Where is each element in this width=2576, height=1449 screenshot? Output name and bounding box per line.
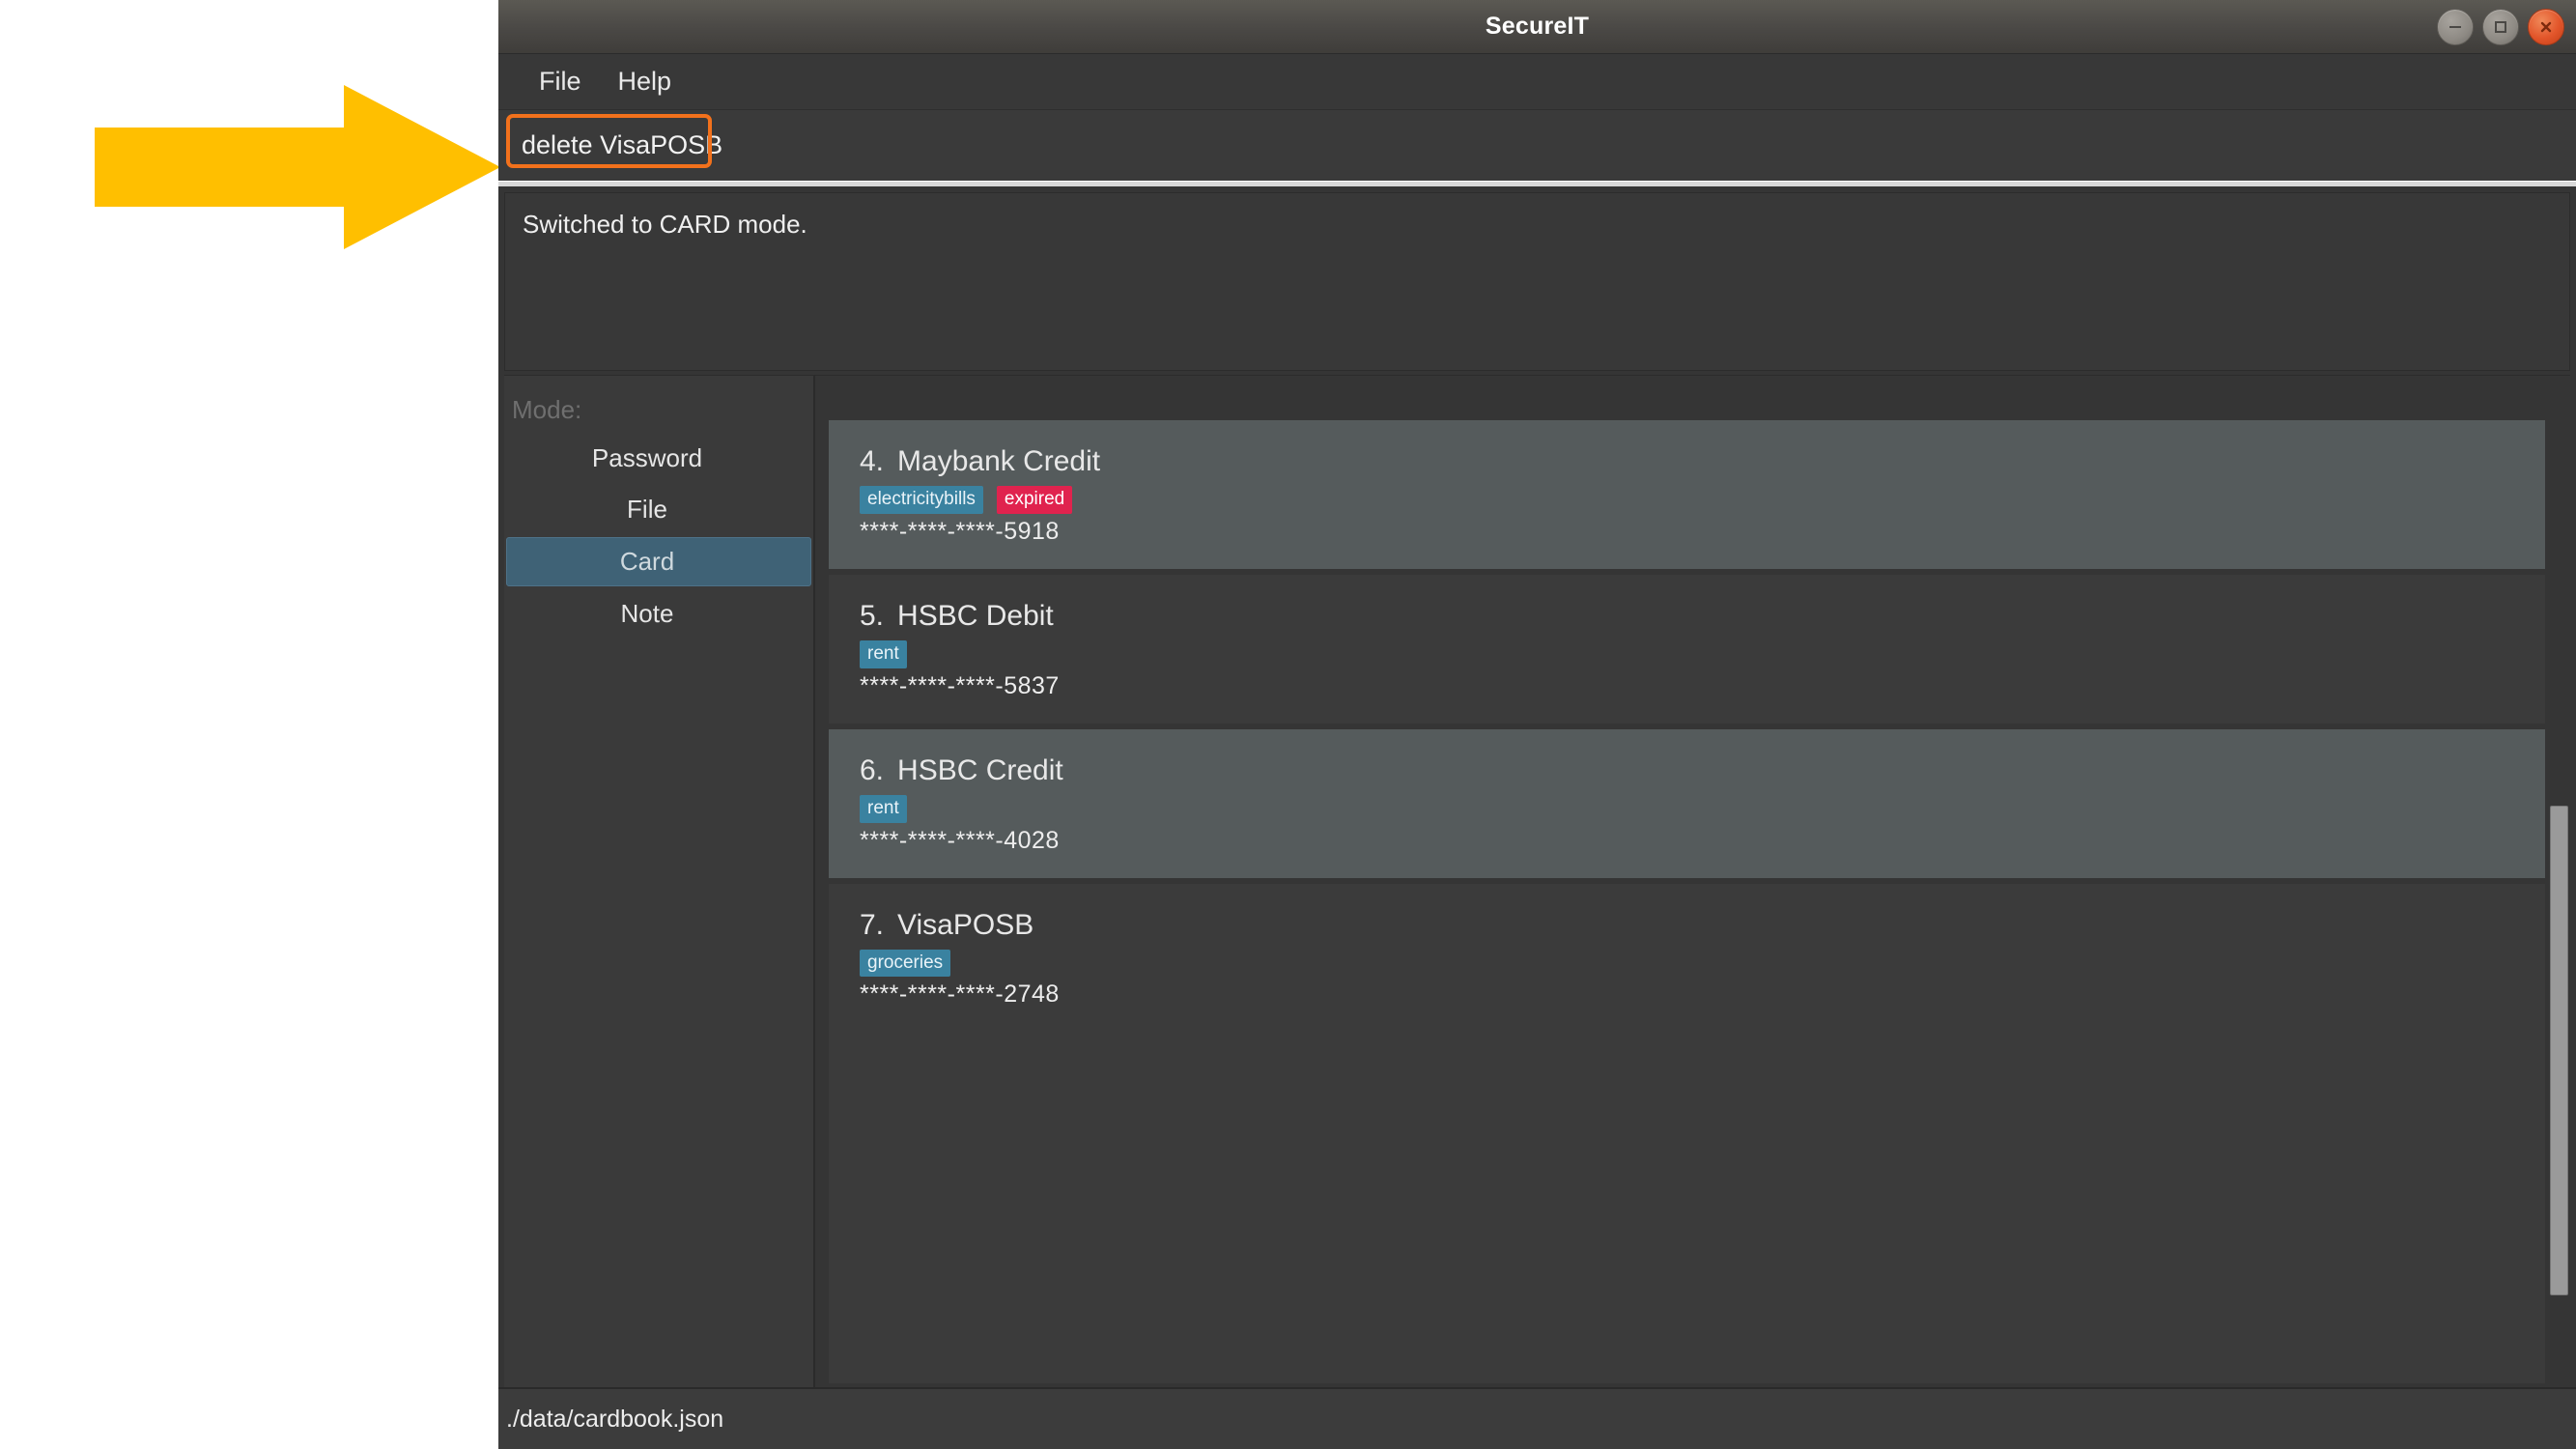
card-name: HSBC Credit [897,753,1063,786]
card-list-item[interactable]: 4. Maybank Credit electricitybills expire… [829,420,2557,569]
menu-bar: File Help [498,54,2576,110]
status-bar: ./data/cardbook.json [498,1387,2576,1449]
sidebar-item-card[interactable]: Card [506,537,811,586]
sidebar-item-file[interactable]: File [506,486,811,533]
maximize-button[interactable] [2482,9,2519,45]
card-index: 4. [860,445,885,477]
menu-item-help[interactable]: Help [607,63,684,100]
card-list-top-spacer [829,387,2557,420]
card-index: 5. [860,599,885,632]
application-window: SecureIT File Help delete VisaPOSB Switc… [498,0,2576,1449]
card-list-item[interactable]: 5. HSBC Debit rent ****-****-****-5837 [829,574,2557,724]
card-name: Maybank Credit [897,445,1101,477]
status-bar-path: ./data/cardbook.json [506,1405,724,1433]
card-number: ****-****-****-5918 [860,517,1060,545]
card-list-scrollbar[interactable] [2545,376,2570,1387]
sidebar-item-password[interactable]: Password [506,435,811,482]
card-list-scroll-thumb[interactable] [2550,806,2568,1295]
card-number: ****-****-****-2748 [860,980,1060,1009]
window-title: SecureIT [1485,13,1590,40]
sidebar-item-note[interactable]: Note [506,590,811,638]
card-list-item[interactable]: 7. VisaPOSB groceries ****-****-****-2748 [829,883,2557,1033]
card-title: 4. Maybank Credit [860,445,2557,478]
main-body: Mode: Password File Card Note 4. Maybank … [498,375,2576,1387]
card-list: 4. Maybank Credit electricitybills expire… [829,387,2557,1383]
card-list-pane: 4. Maybank Credit electricitybills expire… [815,375,2570,1387]
card-tag: rent [860,794,907,823]
mode-sidebar: Mode: Password File Card Note [504,375,815,1387]
screenshot-root: SecureIT File Help delete VisaPOSB Switc… [0,0,2576,1449]
card-title: 7. VisaPOSB [860,909,2557,942]
output-console-wrapper: Switched to CARD mode. [498,186,2576,375]
command-input-row [498,110,2576,181]
card-tag: electricitybills [860,486,983,514]
minimize-icon [2449,26,2461,28]
card-title: 6. HSBC Credit [860,754,2557,787]
card-tags: groceries [860,949,2557,978]
card-tag: rent [860,639,907,668]
card-tag: groceries [860,949,951,978]
card-index: 7. [860,908,885,941]
card-number: ****-****-****-4028 [860,826,1060,854]
title-bar: SecureIT [498,0,2576,54]
command-input[interactable] [504,115,2570,176]
window-controls [2437,9,2564,45]
card-tags: rent [860,639,2557,668]
minimize-button[interactable] [2437,9,2474,45]
close-icon [2540,21,2552,33]
output-console: Switched to CARD mode. [504,192,2570,371]
maximize-icon [2495,21,2506,33]
card-number: ****-****-****-5837 [860,671,1060,699]
card-list-item[interactable]: 6. HSBC Credit rent ****-****-****-4028 [829,728,2557,878]
card-tag-expired: expired [996,486,1073,514]
card-index: 6. [860,753,885,786]
card-name: VisaPOSB [897,908,1034,941]
menu-item-file[interactable]: File [527,63,593,100]
close-button[interactable] [2528,9,2564,45]
card-tags: electricitybills expired [860,486,2557,514]
card-name: HSBC Debit [897,599,1054,632]
card-title: 5. HSBC Debit [860,600,2557,633]
card-tags: rent [860,794,2557,823]
mode-label: Mode: [512,395,582,424]
annotation-arrow-icon [95,85,500,249]
